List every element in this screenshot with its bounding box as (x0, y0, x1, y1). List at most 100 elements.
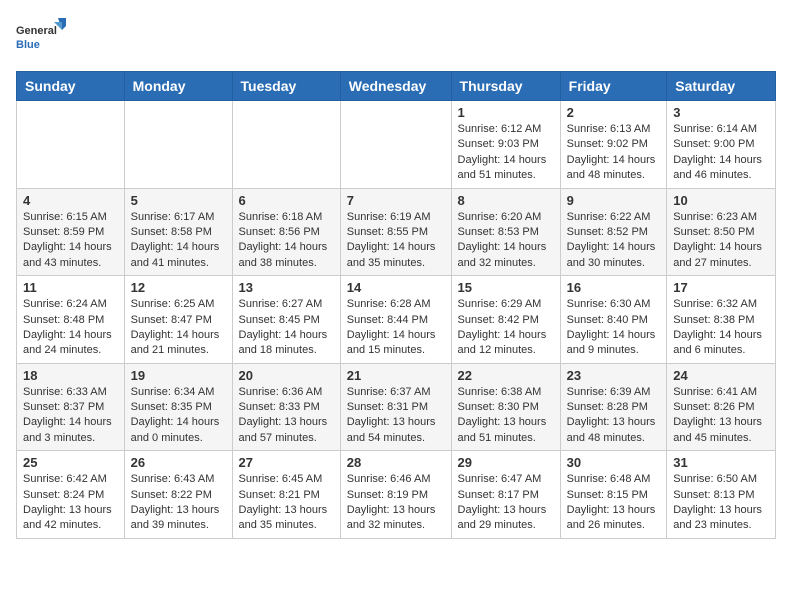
day-number: 12 (131, 280, 226, 295)
day-number: 19 (131, 368, 226, 383)
day-info: Sunrise: 6:45 AM Sunset: 8:21 PM Dayligh… (239, 472, 334, 534)
calendar-cell (17, 101, 125, 189)
day-number: 14 (347, 280, 445, 295)
day-info: Sunrise: 6:24 AM Sunset: 8:48 PM Dayligh… (23, 297, 118, 359)
day-number: 15 (458, 280, 554, 295)
day-number: 27 (239, 455, 334, 470)
day-info: Sunrise: 6:34 AM Sunset: 8:35 PM Dayligh… (131, 385, 226, 447)
logo: General Blue (16, 16, 66, 61)
day-number: 31 (673, 455, 769, 470)
day-info: Sunrise: 6:30 AM Sunset: 8:40 PM Dayligh… (567, 297, 661, 359)
column-header-tuesday: Tuesday (232, 72, 340, 101)
day-number: 3 (673, 105, 769, 120)
day-number: 5 (131, 193, 226, 208)
day-info: Sunrise: 6:39 AM Sunset: 8:28 PM Dayligh… (567, 385, 661, 447)
day-info: Sunrise: 6:18 AM Sunset: 8:56 PM Dayligh… (239, 210, 334, 272)
calendar-cell: 26Sunrise: 6:43 AM Sunset: 8:22 PM Dayli… (124, 451, 232, 539)
calendar-cell: 3 Sunrise: 6:14 AM Sunset: 9:00 PM Daylig… (667, 101, 776, 189)
calendar-week-5: 25 Sunrise: 6:42 AM Sunset: 8:24 PM Dayli… (17, 451, 776, 539)
day-info: Sunrise: 6:13 AM Sunset: 9:02 PM Dayligh… (567, 122, 661, 184)
day-number: 30 (567, 455, 661, 470)
column-header-thursday: Thursday (451, 72, 560, 101)
calendar-cell: 19 Sunrise: 6:34 AM Sunset: 8:35 PM Dayli… (124, 363, 232, 451)
calendar-week-3: 11Sunrise: 6:24 AM Sunset: 8:48 PM Dayli… (17, 276, 776, 364)
day-number: 8 (458, 193, 554, 208)
calendar-cell: 8 Sunrise: 6:20 AM Sunset: 8:53 PM Daylig… (451, 188, 560, 276)
svg-text:Blue: Blue (16, 39, 40, 51)
day-number: 26 (131, 455, 226, 470)
day-info: Sunrise: 6:50 AM Sunset: 8:13 PM Dayligh… (673, 472, 769, 534)
column-header-wednesday: Wednesday (340, 72, 451, 101)
day-number: 2 (567, 105, 661, 120)
calendar-week-4: 18 Sunrise: 6:33 AM Sunset: 8:37 PM Dayli… (17, 363, 776, 451)
day-info: Sunrise: 6:42 AM Sunset: 8:24 PM Dayligh… (23, 472, 118, 534)
day-number: 29 (458, 455, 554, 470)
calendar-cell: 4Sunrise: 6:15 AM Sunset: 8:59 PM Daylig… (17, 188, 125, 276)
day-info: Sunrise: 6:14 AM Sunset: 9:00 PM Dayligh… (673, 122, 769, 184)
day-number: 25 (23, 455, 118, 470)
calendar-week-2: 4Sunrise: 6:15 AM Sunset: 8:59 PM Daylig… (17, 188, 776, 276)
column-header-sunday: Sunday (17, 72, 125, 101)
day-info: Sunrise: 6:20 AM Sunset: 8:53 PM Dayligh… (458, 210, 554, 272)
calendar-cell: 15 Sunrise: 6:29 AM Sunset: 8:42 PM Dayli… (451, 276, 560, 364)
column-header-friday: Friday (560, 72, 667, 101)
svg-text:General: General (16, 25, 57, 37)
calendar-cell: 14 Sunrise: 6:28 AM Sunset: 8:44 PM Dayli… (340, 276, 451, 364)
logo-svg: General Blue (16, 16, 66, 61)
day-number: 24 (673, 368, 769, 383)
day-number: 21 (347, 368, 445, 383)
day-info: Sunrise: 6:33 AM Sunset: 8:37 PM Dayligh… (23, 385, 118, 447)
calendar-cell: 9Sunrise: 6:22 AM Sunset: 8:52 PM Daylig… (560, 188, 667, 276)
calendar-cell (232, 101, 340, 189)
day-info: Sunrise: 6:27 AM Sunset: 8:45 PM Dayligh… (239, 297, 334, 359)
column-header-saturday: Saturday (667, 72, 776, 101)
day-number: 22 (458, 368, 554, 383)
day-number: 28 (347, 455, 445, 470)
calendar-cell: 6 Sunrise: 6:18 AM Sunset: 8:56 PM Daylig… (232, 188, 340, 276)
calendar-cell: 30 Sunrise: 6:48 AM Sunset: 8:15 PM Dayli… (560, 451, 667, 539)
calendar-cell: 31 Sunrise: 6:50 AM Sunset: 8:13 PM Dayli… (667, 451, 776, 539)
calendar-cell: 10Sunrise: 6:23 AM Sunset: 8:50 PM Dayli… (667, 188, 776, 276)
day-number: 10 (673, 193, 769, 208)
day-number: 18 (23, 368, 118, 383)
calendar-cell: 22 Sunrise: 6:38 AM Sunset: 8:30 PM Dayli… (451, 363, 560, 451)
calendar-cell: 27 Sunrise: 6:45 AM Sunset: 8:21 PM Dayli… (232, 451, 340, 539)
calendar-cell: 1 Sunrise: 6:12 AM Sunset: 9:03 PM Daylig… (451, 101, 560, 189)
calendar-cell: 5Sunrise: 6:17 AM Sunset: 8:58 PM Daylig… (124, 188, 232, 276)
day-number: 6 (239, 193, 334, 208)
calendar-cell: 20Sunrise: 6:36 AM Sunset: 8:33 PM Dayli… (232, 363, 340, 451)
day-info: Sunrise: 6:25 AM Sunset: 8:47 PM Dayligh… (131, 297, 226, 359)
calendar-cell: 23 Sunrise: 6:39 AM Sunset: 8:28 PM Dayli… (560, 363, 667, 451)
calendar-cell: 13 Sunrise: 6:27 AM Sunset: 8:45 PM Dayli… (232, 276, 340, 364)
day-number: 7 (347, 193, 445, 208)
day-number: 23 (567, 368, 661, 383)
calendar-cell (124, 101, 232, 189)
day-info: Sunrise: 6:12 AM Sunset: 9:03 PM Dayligh… (458, 122, 554, 184)
day-number: 1 (458, 105, 554, 120)
calendar-table: SundayMondayTuesdayWednesdayThursdayFrid… (16, 71, 776, 539)
day-info: Sunrise: 6:29 AM Sunset: 8:42 PM Dayligh… (458, 297, 554, 359)
day-number: 20 (239, 368, 334, 383)
day-info: Sunrise: 6:38 AM Sunset: 8:30 PM Dayligh… (458, 385, 554, 447)
calendar-cell: 12 Sunrise: 6:25 AM Sunset: 8:47 PM Dayli… (124, 276, 232, 364)
calendar-cell: 28Sunrise: 6:46 AM Sunset: 8:19 PM Dayli… (340, 451, 451, 539)
day-info: Sunrise: 6:48 AM Sunset: 8:15 PM Dayligh… (567, 472, 661, 534)
calendar-header-row: SundayMondayTuesdayWednesdayThursdayFrid… (17, 72, 776, 101)
calendar-cell: 7 Sunrise: 6:19 AM Sunset: 8:55 PM Daylig… (340, 188, 451, 276)
day-number: 4 (23, 193, 118, 208)
day-info: Sunrise: 6:37 AM Sunset: 8:31 PM Dayligh… (347, 385, 445, 447)
calendar-cell: 11Sunrise: 6:24 AM Sunset: 8:48 PM Dayli… (17, 276, 125, 364)
day-info: Sunrise: 6:28 AM Sunset: 8:44 PM Dayligh… (347, 297, 445, 359)
day-number: 9 (567, 193, 661, 208)
calendar-cell (340, 101, 451, 189)
column-header-monday: Monday (124, 72, 232, 101)
day-info: Sunrise: 6:32 AM Sunset: 8:38 PM Dayligh… (673, 297, 769, 359)
day-number: 16 (567, 280, 661, 295)
calendar-cell: 21 Sunrise: 6:37 AM Sunset: 8:31 PM Dayli… (340, 363, 451, 451)
day-number: 13 (239, 280, 334, 295)
calendar-cell: 17 Sunrise: 6:32 AM Sunset: 8:38 PM Dayli… (667, 276, 776, 364)
page-header: General Blue (16, 16, 776, 61)
day-info: Sunrise: 6:19 AM Sunset: 8:55 PM Dayligh… (347, 210, 445, 272)
day-number: 17 (673, 280, 769, 295)
day-info: Sunrise: 6:47 AM Sunset: 8:17 PM Dayligh… (458, 472, 554, 534)
